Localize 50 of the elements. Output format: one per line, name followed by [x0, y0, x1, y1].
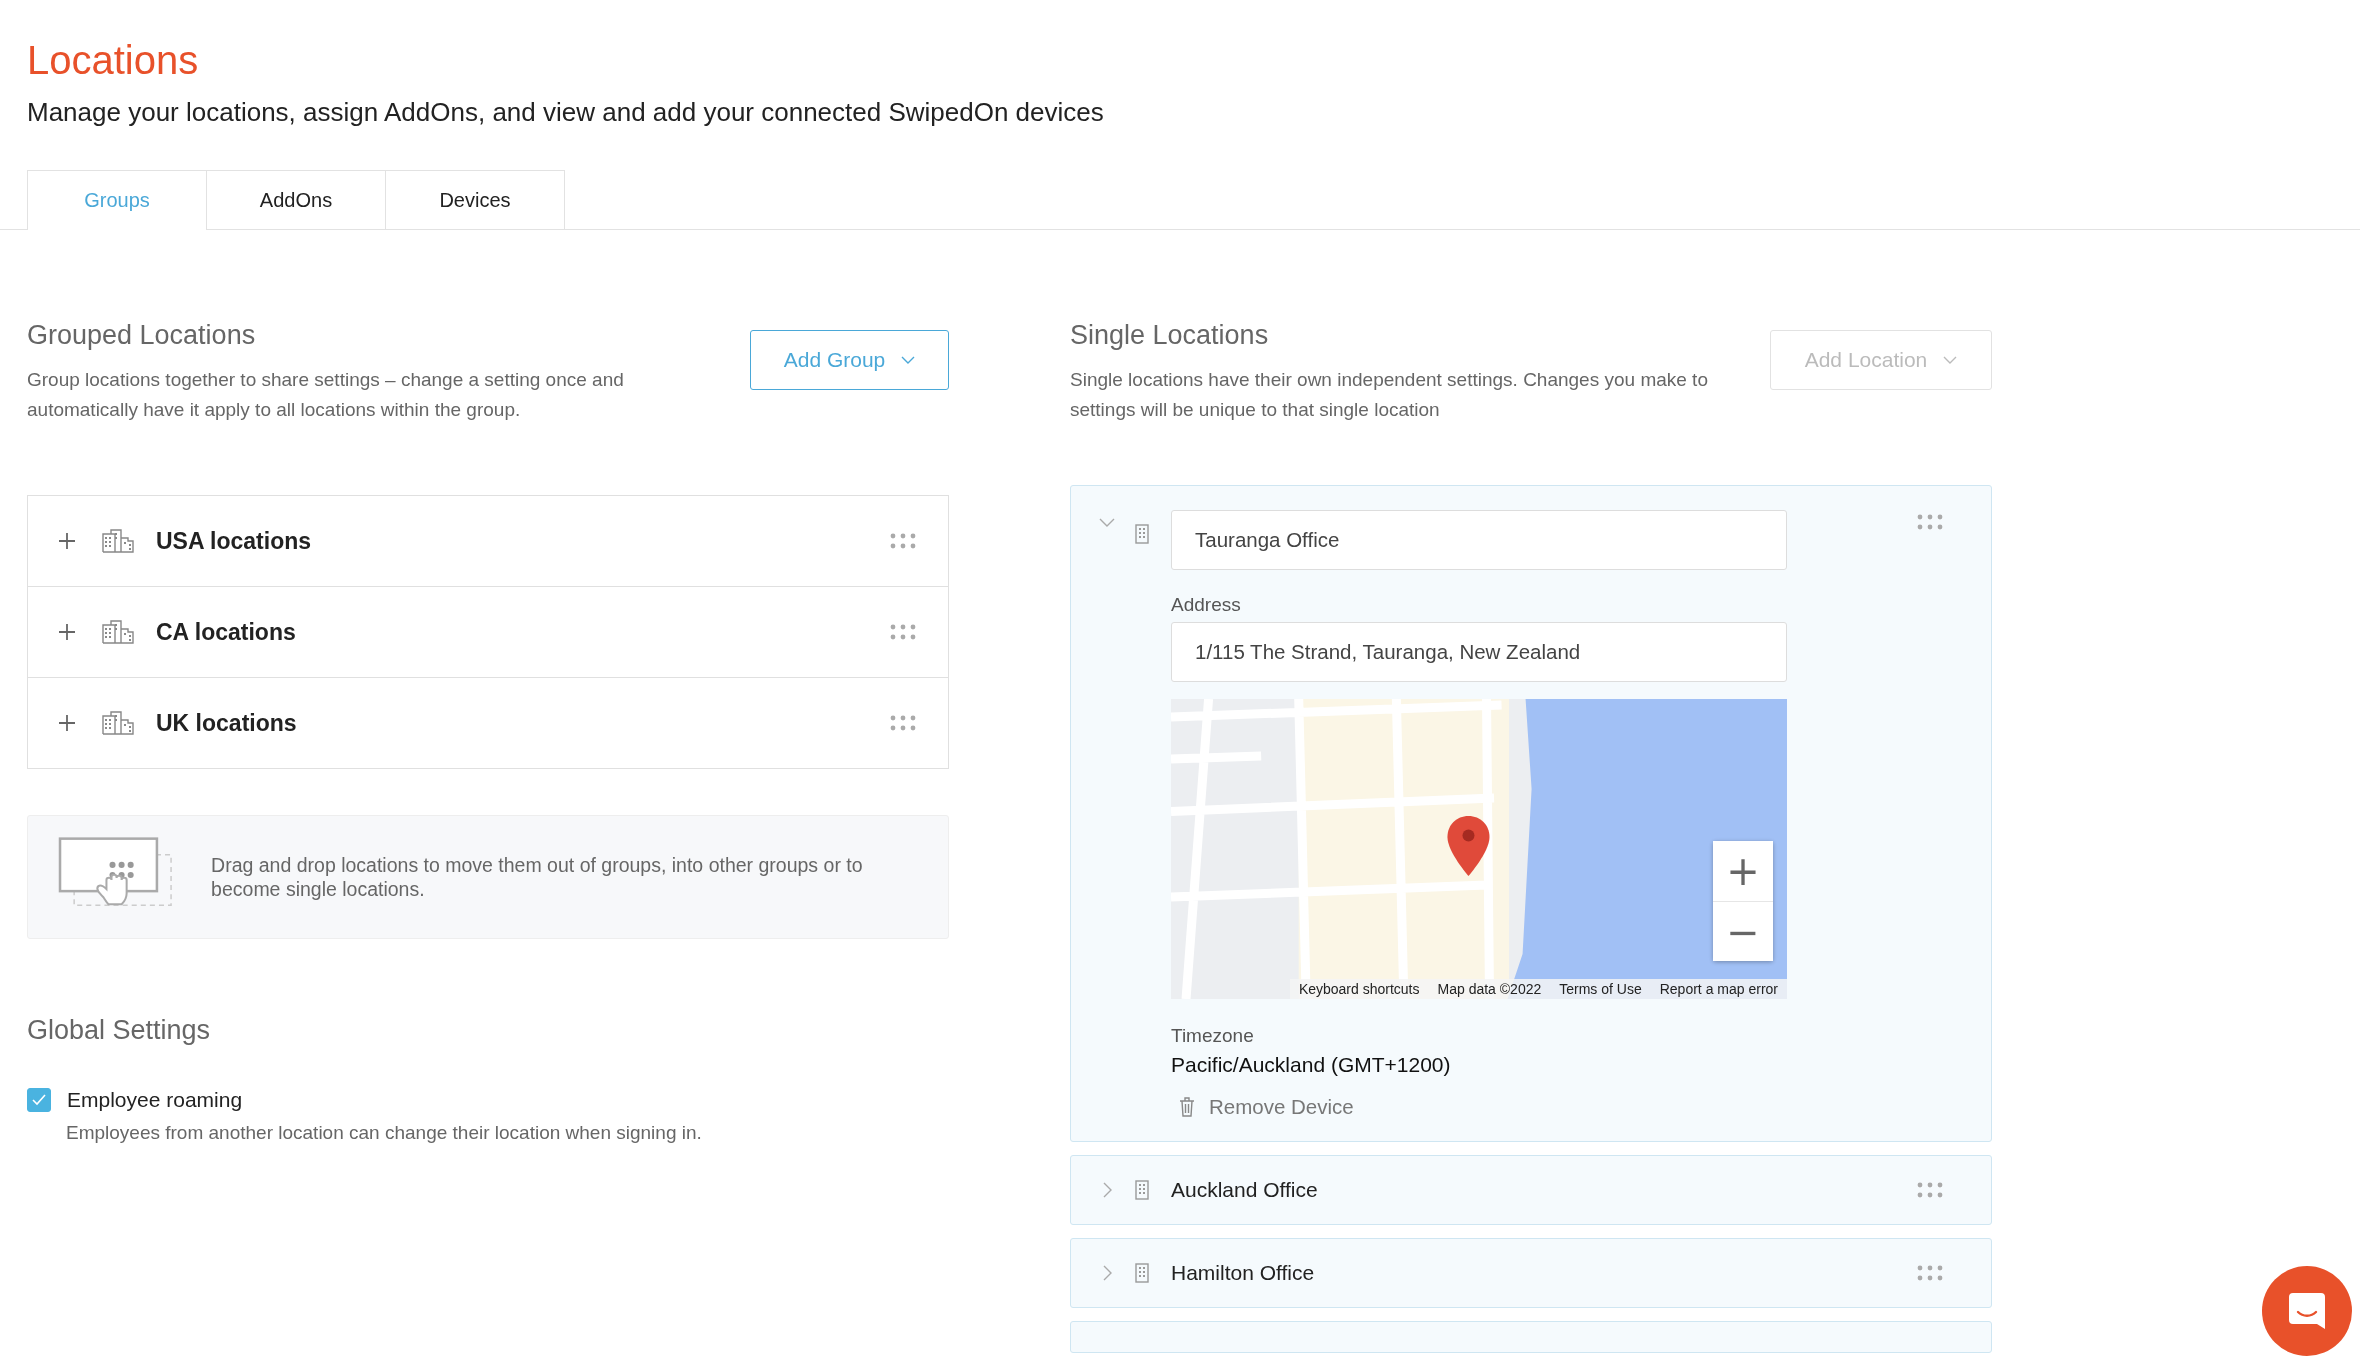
- plus-icon[interactable]: [58, 532, 76, 550]
- building-icon: [1135, 1263, 1149, 1283]
- timezone-value: Pacific/Auckland (GMT+1200): [1171, 1053, 1452, 1077]
- tab[interactable]: Devices: [385, 170, 565, 229]
- page-title: Locations: [26, 37, 200, 83]
- chevron-down-icon: [1943, 356, 1958, 364]
- drag-handle-icon[interactable]: [1917, 1182, 1943, 1198]
- drag-handle-icon[interactable]: [890, 533, 916, 549]
- buildings-icon: [102, 529, 134, 553]
- zoom-out-button[interactable]: −: [1713, 901, 1773, 961]
- plus-icon[interactable]: [58, 714, 76, 732]
- checkbox[interactable]: [27, 1088, 51, 1112]
- building-icon: [1135, 1180, 1149, 1200]
- drag-handle-icon[interactable]: [890, 624, 916, 640]
- location-name-field[interactable]: Tauranga Office: [1171, 510, 1787, 570]
- remove-device-button[interactable]: Remove Device: [1171, 1095, 1354, 1119]
- chat-icon: [2287, 1291, 2327, 1331]
- map-attribution-link[interactable]: Keyboard shortcuts: [1289, 979, 1429, 999]
- section-heading: Grouped Locations: [27, 320, 257, 351]
- page-subtitle: Manage your locations, assign AddOns, and view and add your connected SwipedOn devices: [27, 97, 1105, 128]
- drag-handle-icon[interactable]: [1917, 1265, 1943, 1281]
- group-name: CA locations: [156, 618, 297, 646]
- buildings-icon: [102, 711, 134, 735]
- section-description: Single locations have their own independent settings. Changes you make to settings will be unique to that single location: [1070, 368, 1709, 422]
- building-icon: [1135, 524, 1149, 544]
- chevron-down-icon: [901, 356, 916, 364]
- field-label: Address: [1171, 594, 1242, 616]
- option-description: Employees from another location can change their location when signing in.: [66, 1122, 703, 1144]
- drag-handle-icon[interactable]: [890, 715, 916, 731]
- section-heading: Global Settings: [27, 1015, 212, 1046]
- plus-icon[interactable]: [58, 623, 76, 641]
- section-heading: Single Locations: [1070, 320, 1270, 351]
- map-attribution-link[interactable]: Map data ©2022: [1428, 979, 1551, 999]
- drag-hint-text: Drag and drop locations to move them out of groups, into other groups or to become single locations.: [211, 853, 864, 901]
- group-name: USA locations: [156, 527, 313, 555]
- map-attribution-link[interactable]: Terms of Use: [1550, 979, 1651, 999]
- address-field[interactable]: 1/115 The Strand, Tauranga, New Zealand: [1171, 622, 1787, 682]
- option-label: Employee roaming: [67, 1088, 243, 1112]
- map-attribution-link[interactable]: Report a map error: [1650, 979, 1787, 999]
- buildings-icon: [102, 620, 134, 644]
- location-name[interactable]: Auckland Office: [1171, 1178, 1917, 1202]
- zoom-in-button[interactable]: +: [1713, 841, 1773, 901]
- location-name[interactable]: Hamilton Office: [1171, 1261, 1917, 1285]
- map-view[interactable]: + − Keyboard shortcuts Map data ©2022 Terms of Use Report a map error: [1171, 699, 1787, 999]
- checkmark-icon: [32, 1094, 46, 1106]
- section-description: Group locations together to share settings – change a setting once and automatically have it apply to all locations within the group.: [27, 368, 625, 422]
- timezone-label: Timezone: [1171, 1025, 1255, 1047]
- drag-handle-icon[interactable]: [1917, 514, 1943, 530]
- trash-icon: [1179, 1097, 1195, 1117]
- group-name: UK locations: [156, 709, 298, 737]
